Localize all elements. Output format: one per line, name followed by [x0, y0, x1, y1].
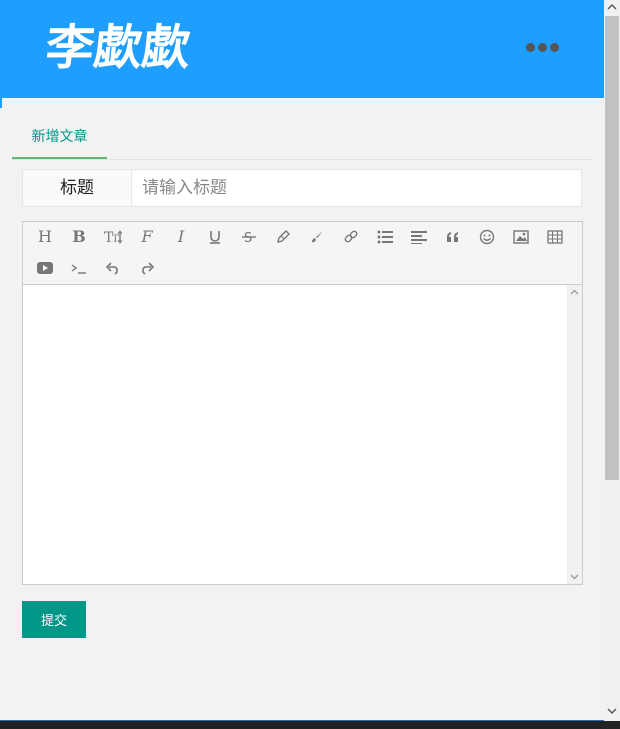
quote-icon[interactable] [439, 224, 467, 250]
tab-bar: 新增文章 [12, 118, 592, 160]
site-logo[interactable]: 李歔歔 [43, 20, 193, 76]
paintbrush-icon[interactable] [303, 224, 331, 250]
code-icon[interactable] [65, 255, 93, 281]
editor-toolbar: H B TT F I S [23, 222, 582, 285]
page-scrollbar[interactable] [604, 0, 620, 720]
editor-scrollbar[interactable] [567, 285, 582, 584]
scroll-down-icon[interactable] [570, 572, 579, 581]
title-label: 标题 [23, 170, 132, 206]
link-icon[interactable] [337, 224, 365, 250]
left-accent-strip [0, 98, 2, 108]
svg-text:S: S [244, 231, 252, 245]
image-icon[interactable] [507, 224, 535, 250]
pencil-icon[interactable] [269, 224, 297, 250]
bold-icon[interactable]: B [65, 224, 93, 250]
tab-new-article[interactable]: 新增文章 [12, 118, 107, 159]
window-bottom-edge [0, 721, 620, 729]
undo-icon[interactable] [99, 255, 127, 281]
svg-text:T: T [112, 234, 119, 245]
font-family-icon[interactable]: F [133, 224, 161, 250]
list-icon[interactable] [371, 224, 399, 250]
underline-icon[interactable] [201, 224, 229, 250]
header-bar: 李歔歔 [0, 0, 604, 98]
page-scroll-thumb[interactable] [605, 16, 619, 480]
table-icon[interactable] [541, 224, 569, 250]
scroll-up-icon[interactable] [570, 288, 579, 297]
submit-button[interactable]: 提交 [22, 601, 86, 638]
redo-icon[interactable] [133, 255, 161, 281]
page-scroll-up-icon[interactable] [607, 2, 617, 12]
italic-icon[interactable]: I [167, 224, 195, 250]
more-horizontal-icon[interactable] [526, 40, 562, 54]
strikethrough-icon[interactable]: S [235, 224, 263, 250]
editor-content-area[interactable] [23, 285, 566, 584]
heading-icon[interactable]: H [31, 224, 59, 250]
font-size-icon[interactable]: TT [99, 224, 127, 250]
video-icon[interactable] [31, 255, 59, 281]
title-form-row: 标题 [22, 169, 582, 207]
page-scroll-down-icon[interactable] [607, 706, 617, 716]
rich-text-editor: H B TT F I S [22, 221, 583, 585]
align-left-icon[interactable] [405, 224, 433, 250]
title-input[interactable] [132, 170, 581, 206]
emoji-icon[interactable] [473, 224, 501, 250]
